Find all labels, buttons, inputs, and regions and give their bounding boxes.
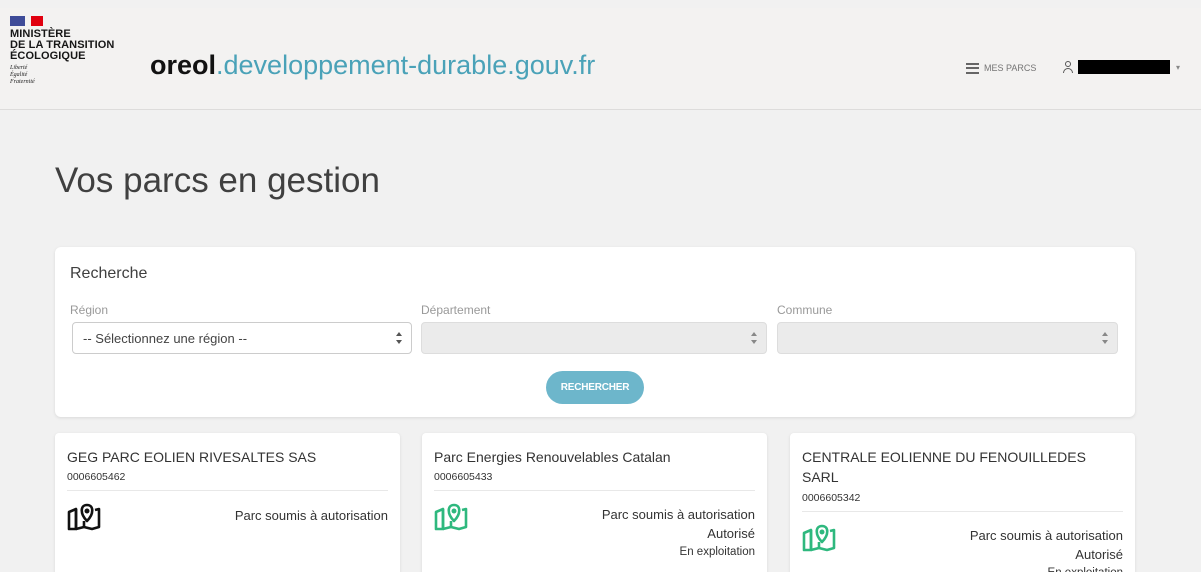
site-header: MINISTÈRE DE LA TRANSITION ÉCOLOGIQUE Li… — [0, 8, 1201, 110]
status-regime: Parc soumis à autorisation — [969, 528, 1123, 543]
ministry-name: MINISTÈRE DE LA TRANSITION ÉCOLOGIQUE — [10, 28, 115, 62]
marianne-flag-icon — [10, 16, 43, 26]
parc-name: CENTRALE EOLIENNE DU FENOUILLEDES SARL — [802, 449, 1086, 485]
user-menu[interactable]: ▾ — [1062, 59, 1180, 75]
parc-id: 0006605433 — [434, 471, 493, 483]
site-name-link[interactable]: oreol.developpement-durable.gouv.fr — [150, 50, 595, 80]
ministry-logo[interactable]: MINISTÈRE DE LA TRANSITION ÉCOLOGIQUE Li… — [10, 16, 130, 86]
region-select-value: -- Sélectionnez une région -- — [83, 330, 248, 346]
chevron-down-icon: ▾ — [1176, 62, 1181, 72]
user-name-redacted — [1078, 60, 1170, 74]
nav-mes-parcs[interactable]: MES PARCS — [966, 60, 1036, 76]
commune-label: Commune — [777, 303, 833, 317]
status-regime: Parc soumis à autorisation — [601, 507, 755, 522]
republic-motto: Liberté Égalité Fraternité — [10, 65, 35, 85]
site-name-domain: .developpement-durable.gouv.fr — [216, 50, 596, 80]
card-divider — [802, 511, 1123, 512]
departement-label: Département — [421, 303, 491, 317]
departement-select[interactable] — [421, 322, 767, 354]
select-arrows-icon — [750, 332, 757, 344]
status-operation: En exploitation — [679, 546, 755, 558]
user-icon — [1062, 61, 1074, 73]
select-arrows-icon — [1101, 332, 1108, 344]
search-panel: Recherche Région -- Sélectionnez une rég… — [55, 247, 1135, 417]
parc-status: Parc soumis à autorisation — [235, 506, 388, 525]
parc-id: 0006605462 — [67, 471, 126, 483]
list-icon — [966, 62, 979, 74]
parc-card[interactable]: Parc Energies Renouvelables Catalan 0006… — [422, 433, 767, 572]
site-name-bold: oreol — [150, 50, 217, 80]
map-pin-icon — [434, 503, 468, 531]
status-authorization: Autorisé — [707, 526, 755, 541]
page-title: Vos parcs en gestion — [55, 161, 380, 200]
parc-name: GEG PARC EOLIEN RIVESALTES SAS — [67, 449, 317, 465]
parc-status: Parc soumis à autorisation Autorisé En e… — [602, 505, 755, 561]
map-pin-icon — [802, 524, 836, 552]
status-authorization: Autorisé — [1075, 547, 1123, 562]
parc-id: 0006605342 — [802, 492, 861, 504]
search-button[interactable]: RECHERCHER — [546, 371, 644, 404]
card-divider — [434, 490, 755, 491]
status-regime: Parc soumis à autorisation — [234, 508, 388, 523]
parc-name: Parc Energies Renouvelables Catalan — [434, 449, 671, 465]
region-label: Région — [70, 303, 109, 317]
select-arrows-icon — [395, 332, 402, 344]
map-pin-icon — [67, 503, 101, 531]
search-title: Recherche — [70, 265, 148, 282]
status-operation: En exploitation — [970, 564, 1123, 572]
parc-status: Parc soumis à autorisation Autorisé En e… — [970, 526, 1123, 572]
nav-mes-parcs-label: MES PARCS — [984, 63, 1037, 73]
commune-select[interactable] — [777, 322, 1118, 354]
card-divider — [67, 490, 388, 491]
region-select[interactable]: -- Sélectionnez une région -- — [72, 322, 412, 354]
parc-card[interactable]: GEG PARC EOLIEN RIVESALTES SAS 000660546… — [55, 433, 400, 572]
parc-card[interactable]: CENTRALE EOLIENNE DU FENOUILLEDES SARL 0… — [790, 433, 1135, 572]
